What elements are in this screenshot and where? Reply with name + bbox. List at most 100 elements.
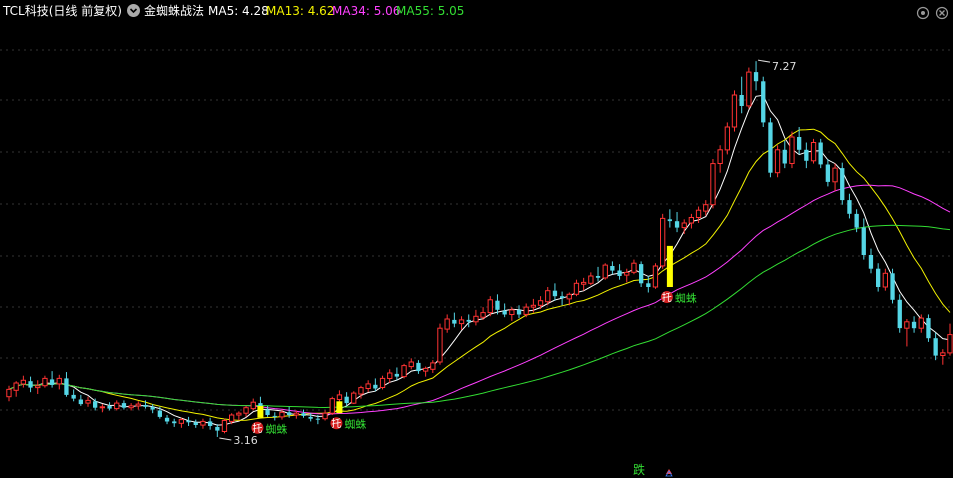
candle-body — [229, 414, 235, 422]
candle-body — [602, 264, 608, 279]
chevron-down-icon[interactable] — [127, 4, 140, 17]
candle-body — [208, 421, 213, 426]
candle-body — [13, 382, 19, 391]
candle-body — [495, 300, 500, 310]
candle-body — [581, 281, 587, 285]
candle-body — [71, 394, 76, 399]
signal-bar — [257, 405, 264, 418]
candle-body — [49, 379, 55, 385]
candle-body — [926, 318, 931, 339]
candle-body — [221, 420, 228, 432]
candle-body — [904, 321, 910, 329]
candle-body — [308, 416, 313, 419]
candle-body — [157, 410, 162, 417]
candle-body — [394, 373, 399, 377]
gear-icon[interactable] — [916, 5, 930, 20]
ma55-value: MA55: 5.05 — [396, 4, 465, 18]
candle-body — [35, 385, 41, 389]
candle-body — [315, 418, 320, 420]
candle-body — [918, 317, 924, 329]
indicator-name[interactable]: 金蜘蛛战法 — [144, 0, 204, 22]
candle-body — [430, 362, 436, 370]
min-arrow — [219, 437, 232, 441]
candle-body — [135, 403, 141, 407]
candle-body — [408, 361, 414, 368]
candle-body — [502, 310, 507, 315]
candle-body — [387, 372, 393, 379]
candle-body — [667, 219, 672, 222]
candle-body — [42, 377, 48, 387]
candle-body — [93, 401, 98, 408]
candle-body — [150, 406, 155, 410]
candle-body — [825, 164, 830, 182]
grid-lines — [0, 49, 953, 411]
candle-body — [516, 309, 522, 315]
candle-body — [164, 417, 170, 422]
candle-body — [279, 411, 285, 418]
candle-body — [509, 309, 515, 315]
candle-body — [840, 168, 845, 201]
candle-body — [810, 142, 817, 162]
candle-body — [200, 420, 206, 426]
candle-body — [186, 420, 191, 423]
candle-body — [452, 319, 457, 324]
candle-body — [329, 398, 335, 414]
ma-line-ma34 — [8, 184, 951, 415]
candle-body — [768, 122, 773, 173]
candle-body — [897, 299, 902, 329]
candle-body — [731, 94, 738, 128]
candle-body — [373, 384, 378, 389]
candle-body — [695, 209, 702, 218]
candle-body — [121, 403, 127, 408]
candle-body — [746, 71, 752, 107]
candle-body — [236, 412, 242, 416]
signal-bar — [336, 401, 343, 414]
ma13-value: MA13: 4.62 — [266, 4, 335, 18]
candle-body — [64, 378, 69, 395]
close-icon[interactable] — [935, 5, 949, 20]
candle-body — [739, 95, 744, 106]
candle-body — [940, 352, 946, 356]
candle-body — [458, 319, 465, 325]
kline-chart[interactable]: 托蜘蛛托蜘蛛托 蜘蛛 7.273.16跌 — [0, 0, 953, 478]
candle-body — [128, 405, 134, 409]
candle-body — [566, 293, 572, 300]
candle-body — [365, 383, 371, 389]
candle-body — [99, 406, 105, 409]
fall-label: 跌 — [633, 462, 645, 477]
candle-body — [789, 136, 795, 164]
stock-title[interactable]: TCL科技(日线 前复权) — [3, 0, 122, 22]
candle-body — [890, 273, 895, 300]
candle-body — [717, 149, 723, 165]
max-arrow — [757, 59, 771, 63]
min-label: 3.16 — [233, 434, 258, 447]
candle-body — [336, 394, 343, 400]
ma-line-ma13 — [8, 128, 951, 421]
candle-body — [78, 399, 83, 405]
candle-body — [293, 412, 300, 416]
candle-body — [933, 338, 938, 356]
ma-line-ma5 — [8, 94, 951, 426]
candle-body — [250, 401, 256, 410]
candle-body — [6, 388, 12, 398]
candle-body — [797, 137, 802, 150]
candle-body — [114, 402, 120, 410]
candle-body — [193, 422, 198, 425]
candle-body — [416, 362, 421, 372]
candle-body — [774, 149, 781, 174]
candle-body — [530, 304, 537, 308]
candle-body — [379, 377, 386, 388]
candle-body — [573, 282, 580, 295]
candle-body — [523, 306, 529, 315]
candle-body — [437, 327, 443, 363]
moving-average-lines — [8, 94, 951, 426]
candle-body — [444, 318, 450, 330]
candle-body — [20, 379, 27, 385]
candle-body — [272, 415, 277, 417]
candle-body — [947, 334, 953, 354]
candle-body — [652, 265, 659, 288]
candle-body — [351, 392, 357, 404]
candle-body — [178, 419, 184, 424]
marker-label: 蜘蛛 — [344, 417, 366, 431]
candle-body — [107, 405, 112, 409]
